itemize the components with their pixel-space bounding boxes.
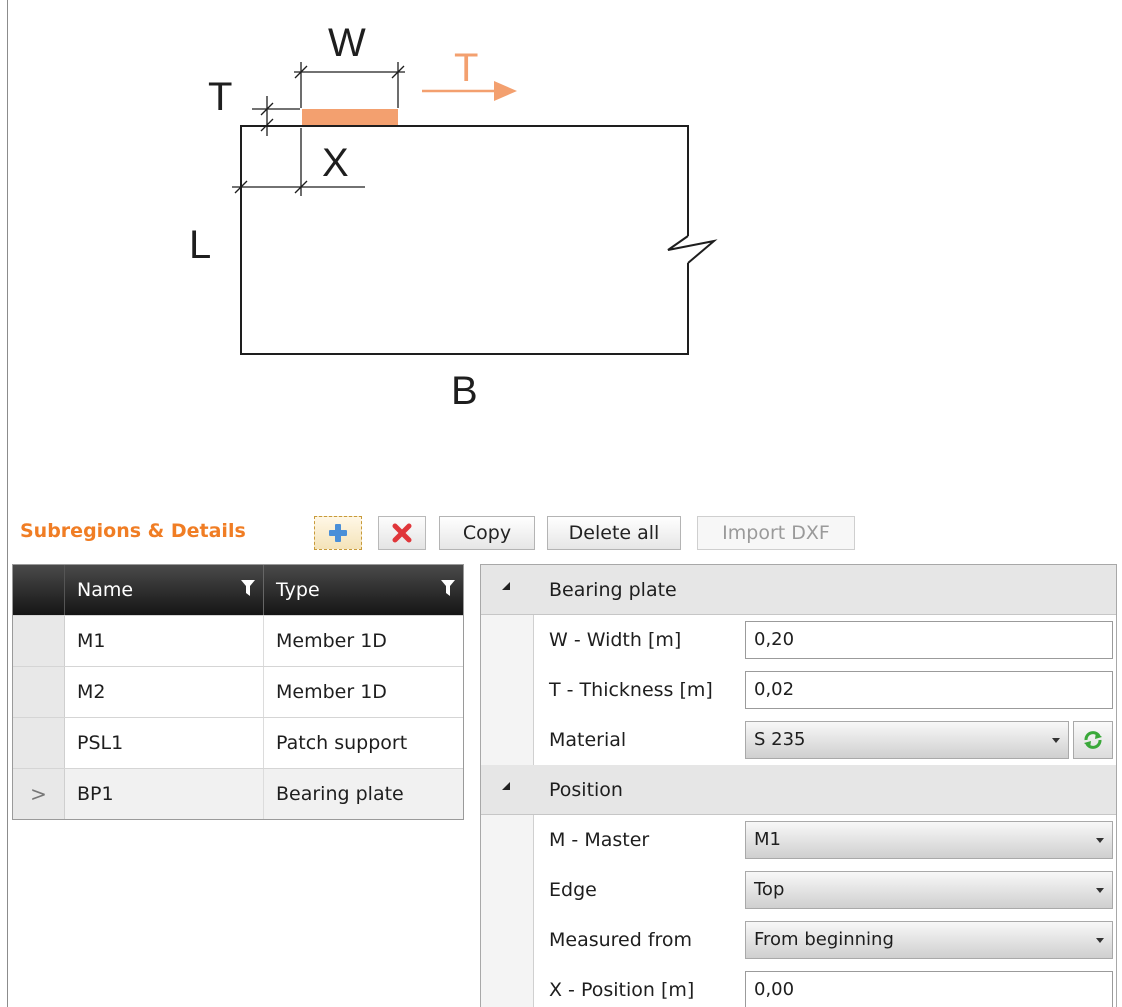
property-label: T - Thickness [m] (549, 679, 713, 701)
property-thickness: T - Thickness [m] 0,02 (481, 665, 1116, 715)
property-label: Edge (549, 879, 597, 901)
property-label: Material (549, 729, 627, 751)
add-button[interactable] (314, 516, 362, 550)
cell-type[interactable]: Bearing plate (264, 769, 463, 819)
property-label: W - Width [m] (549, 629, 682, 651)
column-header-type[interactable]: Type (264, 565, 463, 615)
collapse-triangle-icon[interactable] (502, 782, 510, 790)
table-row-selected[interactable]: > BP1 Bearing plate (13, 768, 463, 819)
copy-button[interactable]: Copy (439, 516, 535, 550)
edge-dropdown[interactable]: Top (745, 871, 1113, 909)
cell-name[interactable]: BP1 (65, 769, 264, 819)
category-label: Position (549, 779, 623, 801)
import-dxf-button[interactable]: Import DXF (697, 516, 855, 550)
property-material: Material S 235 (481, 715, 1116, 765)
chevron-down-icon (1096, 838, 1104, 843)
cell-type[interactable]: Patch support (264, 718, 463, 768)
cell-name[interactable]: PSL1 (65, 718, 264, 768)
member-outline (240, 125, 718, 355)
chevron-down-icon (1096, 938, 1104, 943)
category-position[interactable]: Position (481, 765, 1116, 815)
row-indicator[interactable] (13, 718, 65, 768)
subregions-grid: Name Type M1 Member 1D M2 Member 1D PSL1… (12, 564, 464, 820)
property-master: M - Master M1 (481, 815, 1116, 865)
x-position-field[interactable]: 0,00 (745, 971, 1113, 1007)
table-row[interactable]: M2 Member 1D (13, 666, 463, 717)
label-x: X (322, 141, 349, 185)
cell-name[interactable]: M1 (65, 616, 264, 666)
measured-from-dropdown[interactable]: From beginning (745, 921, 1113, 959)
row-indicator[interactable] (13, 616, 65, 666)
collapse-triangle-icon[interactable] (502, 582, 510, 590)
master-dropdown[interactable]: M1 (745, 821, 1113, 859)
thickness-dimension (252, 96, 300, 136)
table-row[interactable]: PSL1 Patch support (13, 717, 463, 768)
refresh-material-button[interactable] (1073, 721, 1113, 759)
column-header-name[interactable]: Name (65, 565, 264, 615)
cell-name[interactable]: M2 (65, 667, 264, 717)
property-label: Measured from (549, 929, 693, 951)
label-t-arrow: T (454, 46, 478, 90)
label-t: T (208, 75, 232, 119)
category-label: Bearing plate (549, 579, 677, 601)
section-title: Subregions & Details (20, 520, 246, 542)
delete-all-button[interactable]: Delete all (547, 516, 681, 550)
chevron-down-icon (1096, 888, 1104, 893)
refresh-icon (1084, 731, 1102, 749)
property-x-position: X - Position [m] 0,00 (481, 965, 1116, 1007)
grid-header: Name Type (13, 565, 463, 615)
row-indicator[interactable]: > (13, 769, 65, 819)
bearing-plate-diagram: W T T X L B (189, 21, 718, 413)
chevron-down-icon (1052, 738, 1060, 743)
label-w: W (328, 21, 366, 65)
label-l: L (189, 223, 211, 267)
header-selector (13, 565, 65, 615)
property-label: X - Position [m] (549, 979, 695, 1001)
property-panel: Bearing plate W - Width [m] 0,20 T - Thi… (480, 564, 1117, 1007)
property-label: M - Master (549, 829, 650, 851)
delete-button[interactable] (378, 516, 426, 550)
subregions-toolbar: Subregions & Details Copy Delete all Imp… (17, 512, 1117, 552)
property-edge: Edge Top (481, 865, 1116, 915)
width-dimension (294, 62, 405, 108)
thickness-field[interactable]: 0,02 (745, 671, 1113, 709)
table-row[interactable]: M1 Member 1D (13, 615, 463, 666)
cell-type[interactable]: Member 1D (264, 667, 463, 717)
category-bearing-plate[interactable]: Bearing plate (481, 565, 1116, 615)
row-indicator[interactable] (13, 667, 65, 717)
filter-icon[interactable] (441, 580, 455, 596)
width-field[interactable]: 0,20 (745, 621, 1113, 659)
cell-type[interactable]: Member 1D (264, 616, 463, 666)
property-width: W - Width [m] 0,20 (481, 615, 1116, 665)
x-icon (392, 523, 412, 543)
material-dropdown[interactable]: S 235 (745, 721, 1069, 759)
bearing-plate-shape (302, 109, 398, 125)
filter-icon[interactable] (241, 580, 255, 596)
property-measured-from: Measured from From beginning (481, 915, 1116, 965)
label-b: B (451, 369, 478, 413)
plus-icon (329, 524, 347, 542)
